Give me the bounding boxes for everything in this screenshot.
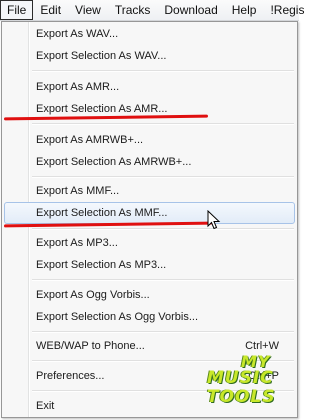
menu-edit[interactable]: Edit bbox=[33, 0, 68, 20]
menu-tracks[interactable]: Tracks bbox=[108, 0, 158, 20]
menu-file[interactable]: File bbox=[0, 0, 34, 20]
menu-item-label: Export As AMR... bbox=[36, 81, 120, 93]
menu-item-export-selection-amrwb[interactable]: Export Selection As AMRWB+... bbox=[4, 151, 295, 173]
menu-item-label: Export Selection As AMRWB+... bbox=[36, 156, 192, 168]
my-music-tools-logo: MY MUSIC TOOLS bbox=[177, 352, 295, 414]
menu-register[interactable]: !Regis bbox=[263, 0, 311, 20]
menu-bar: File Edit View Tracks Download Help !Reg… bbox=[0, 0, 304, 21]
menu-separator bbox=[32, 70, 294, 72]
logo-text-music: MUSIC bbox=[207, 368, 274, 388]
menu-item-export-selection-wav[interactable]: Export Selection As WAV... bbox=[4, 45, 295, 67]
menu-item-label: Preferences... bbox=[36, 370, 105, 382]
menu-view[interactable]: View bbox=[68, 0, 108, 20]
menu-item-label: WEB/WAP to Phone... bbox=[36, 340, 145, 352]
menu-item-label: Export Selection As Ogg Vorbis... bbox=[36, 311, 199, 323]
menu-item-export-selection-ogg[interactable]: Export Selection As Ogg Vorbis... bbox=[4, 306, 295, 328]
menu-separator bbox=[32, 228, 294, 230]
menu-item-label: Export As AMRWB+... bbox=[36, 134, 144, 146]
menu-item-label: Export As MMF... bbox=[36, 185, 120, 197]
menu-item-export-ogg[interactable]: Export As Ogg Vorbis... bbox=[4, 284, 295, 306]
menu-help[interactable]: Help bbox=[225, 0, 264, 20]
menu-item-shortcut: Ctrl+W bbox=[245, 340, 279, 352]
menu-item-export-wav[interactable]: Export As WAV... bbox=[4, 23, 295, 45]
menu-item-label: Export As WAV... bbox=[36, 28, 119, 40]
menu-item-label: Export As Ogg Vorbis... bbox=[36, 289, 150, 301]
menu-separator bbox=[32, 331, 294, 333]
menu-separator bbox=[32, 123, 294, 125]
menu-item-label: Export Selection As MP3... bbox=[36, 259, 167, 271]
menu-item-label: Export As MP3... bbox=[36, 237, 118, 249]
menu-separator bbox=[32, 279, 294, 281]
menu-separator bbox=[32, 176, 294, 178]
menu-item-export-selection-mmf[interactable]: Export Selection As MMF... bbox=[4, 202, 295, 224]
menu-download[interactable]: Download bbox=[157, 0, 224, 20]
mouse-cursor-icon bbox=[207, 210, 221, 230]
menu-item-export-mmf[interactable]: Export As MMF... bbox=[4, 180, 295, 202]
menu-item-export-amr[interactable]: Export As AMR... bbox=[4, 76, 295, 98]
menu-item-label: Export Selection As AMR... bbox=[36, 103, 168, 115]
menu-item-export-mp3[interactable]: Export As MP3... bbox=[4, 232, 295, 254]
menu-item-label: Export Selection As WAV... bbox=[36, 50, 167, 62]
menu-item-label: Export Selection As MMF... bbox=[36, 207, 168, 219]
menu-item-export-selection-mp3[interactable]: Export Selection As MP3... bbox=[4, 254, 295, 276]
menu-item-label: Exit bbox=[36, 400, 55, 412]
menu-item-export-amrwb[interactable]: Export As AMRWB+... bbox=[4, 129, 295, 151]
logo-text-tools: TOOLS bbox=[207, 387, 276, 407]
